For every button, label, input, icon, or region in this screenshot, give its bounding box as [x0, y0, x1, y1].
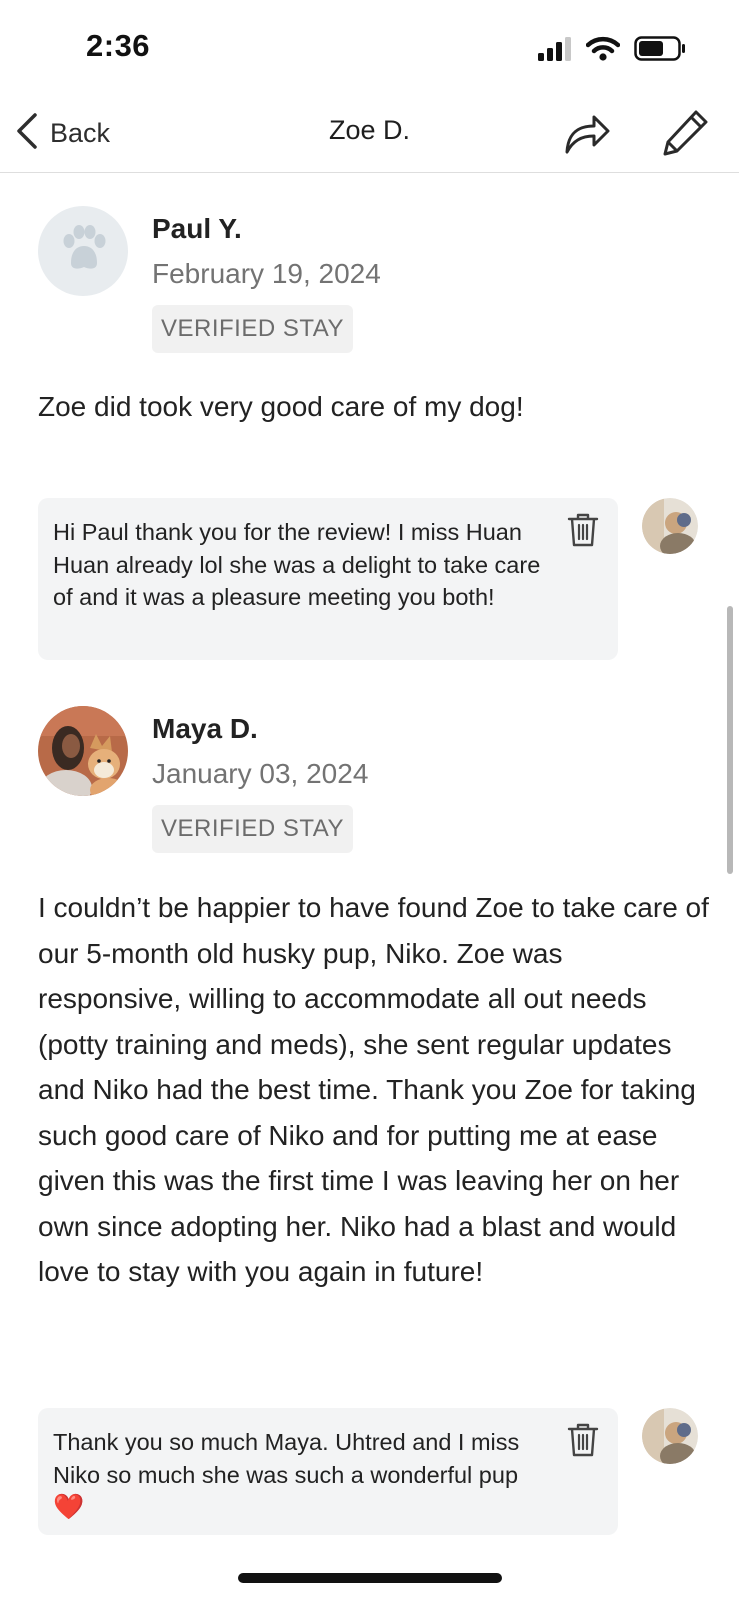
scrollbar[interactable]: [727, 606, 733, 874]
share-icon: [562, 115, 612, 162]
share-button[interactable]: [562, 108, 612, 158]
status-time: 2:36: [86, 28, 151, 63]
reviewer-name[interactable]: Maya D.: [152, 713, 258, 745]
back-button[interactable]: Back: [14, 110, 110, 156]
reply-avatar: [642, 498, 698, 554]
paw-icon: [55, 221, 111, 282]
trash-icon: [566, 1423, 600, 1462]
chevron-left-icon: [14, 111, 40, 156]
reply-text-body: Thank you so much Maya. Uhtred and I mis…: [53, 1429, 520, 1488]
nav-bar: Back Zoe D.: [0, 100, 739, 173]
review-date: January 03, 2024: [152, 758, 369, 789]
home-indicator[interactable]: [238, 1573, 502, 1583]
wifi-icon: [585, 36, 621, 66]
reply-text: Hi Paul thank you for the review! I miss…: [53, 519, 541, 610]
status-bar: 2:36: [0, 0, 739, 100]
edit-button[interactable]: [660, 106, 712, 158]
edit-pencil-icon: [660, 110, 712, 162]
avatar[interactable]: [38, 706, 128, 796]
reply-avatar: [642, 1408, 698, 1464]
cellular-signal-icon: [538, 36, 572, 66]
page-title: Zoe D.: [328, 115, 411, 145]
reply-bubble: Thank you so much Maya. Uhtred and I mis…: [38, 1408, 618, 1535]
status-icons: [538, 36, 686, 66]
reply-bubble: Hi Paul thank you for the review! I miss…: [38, 498, 618, 660]
reply-text: Thank you so much Maya. Uhtred and I mis…: [53, 1426, 553, 1524]
reviewer-name[interactable]: Paul Y.: [152, 213, 242, 245]
heart-emoji: ❤️: [53, 1493, 85, 1521]
verified-badge: VERIFIED STAY: [152, 305, 353, 353]
trash-icon: [566, 513, 600, 552]
review-text: Zoe did took very good care of my dog!: [38, 391, 524, 422]
review-date: February 19, 2024: [152, 258, 381, 289]
back-label: Back: [50, 117, 111, 148]
battery-icon: [634, 36, 686, 66]
delete-reply-button[interactable]: [566, 512, 600, 548]
review-text: I couldn’t be happier to have found Zoe …: [38, 892, 709, 1287]
avatar[interactable]: [38, 206, 128, 296]
verified-badge: VERIFIED STAY: [152, 805, 353, 853]
delete-reply-button[interactable]: [566, 1422, 600, 1458]
